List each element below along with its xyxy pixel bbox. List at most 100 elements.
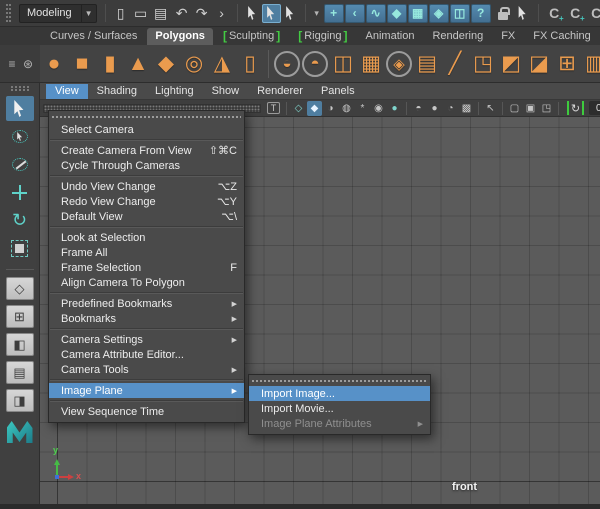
persp-graph-layout-icon[interactable]: ▤ (6, 361, 34, 384)
duplicate-icon[interactable]: ▦ (357, 47, 385, 81)
panel-menu-renderer[interactable]: Renderer (248, 84, 312, 99)
panel-menu-show[interactable]: Show (203, 84, 249, 99)
menu-item-undo-view-change[interactable]: Undo View Change⌥Z (49, 179, 244, 194)
menu-item-view-sequence-time[interactable]: View Sequence Time (49, 404, 244, 419)
menu-item-import-movie[interactable]: Import Movie... (249, 401, 430, 416)
menu-item-look-at-selection[interactable]: Look at Selection (49, 230, 244, 245)
panel-menu-shading[interactable]: Shading (88, 84, 146, 99)
menu-item-create-camera-from-view[interactable]: Create Camera From View⇧⌘C (49, 143, 244, 158)
extrude-icon[interactable]: ◳ (469, 47, 497, 81)
select-by-component-icon[interactable] (281, 4, 300, 23)
snap-to-points-icon[interactable]: C (586, 3, 600, 23)
shelf-tab-polygons[interactable]: Polygons (147, 28, 213, 45)
menu-item-import-image[interactable]: Import Image... (249, 386, 430, 401)
panel-menu-view[interactable]: View (46, 84, 88, 99)
workspace-selector[interactable]: Modeling ▼ (19, 4, 97, 23)
highlight-select-icon[interactable] (513, 3, 533, 23)
panel-menu-panels[interactable]: Panels (312, 84, 364, 99)
poly-cube-icon[interactable]: ■ (68, 47, 96, 81)
quad-draw-icon[interactable]: ◩ (497, 47, 525, 81)
ambient-occlusion-icon[interactable]: ● (387, 101, 402, 116)
camera-rotate-field[interactable]: 0.00 (589, 101, 600, 115)
subdivide-icon[interactable]: ▤ (413, 47, 441, 81)
expand-more-icon[interactable]: › (212, 3, 232, 23)
single-pane-layout-icon[interactable]: ◇ (6, 277, 34, 300)
poly-plane-icon[interactable]: ◆ (152, 47, 180, 81)
camera-rotate-left-icon[interactable]: ↻ (567, 101, 584, 115)
poly-torus-icon[interactable]: ◎ (180, 47, 208, 81)
shelf-tab-curves-surfaces[interactable]: Curves / Surfaces (42, 28, 145, 45)
shadows-icon[interactable]: ◉ (371, 101, 386, 116)
snap-to-curves-icon[interactable]: C (565, 3, 586, 23)
menu-item-camera-settings[interactable]: Camera Settings▶ (49, 332, 244, 347)
menu-item-default-view[interactable]: Default View⌥\ (49, 209, 244, 224)
open-scene-icon[interactable]: ▭ (131, 3, 151, 23)
scene-layers-icon[interactable]: ▢ (507, 101, 522, 116)
show-manipulators-icon[interactable]: T (267, 102, 280, 114)
toolkit-mesh-icon[interactable]: ◈ (429, 4, 449, 23)
tearoff-handle[interactable] (52, 116, 241, 118)
shelf-tab-rigging[interactable]: [Rigging] (290, 28, 355, 45)
display-layers-icon[interactable]: ▣ (523, 101, 538, 116)
toolkit-move-icon[interactable]: + (324, 4, 344, 23)
chevron-down-icon[interactable]: ▼ (81, 5, 96, 22)
textured-display-icon[interactable]: ◍ (339, 101, 354, 116)
multi-cut-icon[interactable]: ╱ (441, 47, 469, 81)
smooth-shade-display-icon[interactable]: ◆ (307, 101, 322, 116)
new-scene-icon[interactable]: ▯ (111, 3, 131, 23)
undo-icon[interactable]: ↶ (172, 3, 192, 23)
menu-item-image-plane[interactable]: Image Plane▶ (49, 383, 244, 398)
four-pane-layout-icon[interactable]: ⊞ (6, 305, 34, 328)
statusbar-grip[interactable] (6, 4, 11, 22)
toolkit-curve-icon[interactable]: ∿ (366, 4, 386, 23)
mirror-icon[interactable]: ◫ (329, 47, 357, 81)
toolkit-angle-icon[interactable]: ‹ (345, 4, 365, 23)
save-scene-icon[interactable]: ▤ (151, 3, 171, 23)
toolkit-film-icon[interactable]: ◫ (450, 4, 470, 23)
menu-item-redo-view-change[interactable]: Redo View Change⌥Y (49, 194, 244, 209)
menu-item-frame-selection[interactable]: Frame SelectionF (49, 260, 244, 275)
edge-flow-icon[interactable]: ⊞ (553, 47, 581, 81)
poly-pipe-icon[interactable]: ▯ (236, 47, 264, 81)
separate-icon[interactable]: ◓ (302, 51, 328, 77)
wireframe-display-icon[interactable]: ◇ (291, 101, 306, 116)
poly-cylinder-icon[interactable]: ▮ (96, 47, 124, 81)
lock-icon[interactable] (493, 3, 513, 23)
select-by-hierarchy-icon[interactable] (243, 4, 262, 23)
backface-culling-icon[interactable]: ◔ (443, 101, 458, 116)
x-ray-icon[interactable]: ● (427, 101, 442, 116)
menu-item-cycle-through-cameras[interactable]: Cycle Through Cameras (49, 158, 244, 173)
tearoff-handle[interactable] (252, 380, 427, 382)
select-by-object-icon[interactable] (262, 4, 281, 23)
poly-pyramid-icon[interactable]: ◮ (208, 47, 236, 81)
scale-icon[interactable] (6, 236, 34, 261)
insert-edge-loop-icon[interactable]: ▥ (581, 47, 600, 81)
toolkit-plane-icon[interactable]: ◆ (387, 4, 407, 23)
toolkit-help-icon[interactable]: ? (471, 4, 491, 23)
menu-item-align-camera-to-polygon[interactable]: Align Camera To Polygon (49, 275, 244, 290)
camera-mask-icon[interactable]: ▩ (459, 101, 474, 116)
multi-pane-layout-icon[interactable]: ◨ (6, 389, 34, 412)
shelf-menu-icon[interactable]: ≡ (4, 57, 20, 71)
mask-dropdown-icon[interactable]: ▾ (311, 4, 323, 22)
menu-item-bookmarks[interactable]: Bookmarks▶ (49, 311, 244, 326)
select-icon[interactable] (6, 96, 34, 121)
toolbox-grip[interactable] (11, 86, 29, 91)
shelf-tab-fx[interactable]: FX (493, 28, 523, 45)
poly-cone-icon[interactable]: ▲ (124, 47, 152, 81)
bevel-icon[interactable]: ◪ (525, 47, 553, 81)
toolkit-frame-icon[interactable]: ▦ (408, 4, 428, 23)
menu-item-frame-all[interactable]: Frame All (49, 245, 244, 260)
menu-item-camera-tools[interactable]: Camera Tools▶ (49, 362, 244, 377)
render-layers-icon[interactable]: ◳ (539, 101, 554, 116)
combine-icon[interactable]: ◒ (274, 51, 300, 77)
poly-sphere-icon[interactable]: ● (40, 47, 68, 81)
use-all-lights-icon[interactable]: * (355, 101, 370, 116)
smooth-icon[interactable]: ◈ (386, 51, 412, 77)
move-icon[interactable] (6, 180, 34, 205)
shelf-options-icon[interactable]: ⊛ (20, 57, 36, 71)
lasso-select-icon[interactable] (6, 124, 34, 149)
snap-to-grids-icon[interactable]: C (544, 3, 565, 23)
panel-menu-lighting[interactable]: Lighting (146, 84, 203, 99)
rotate-icon[interactable]: ↻ (6, 208, 34, 233)
